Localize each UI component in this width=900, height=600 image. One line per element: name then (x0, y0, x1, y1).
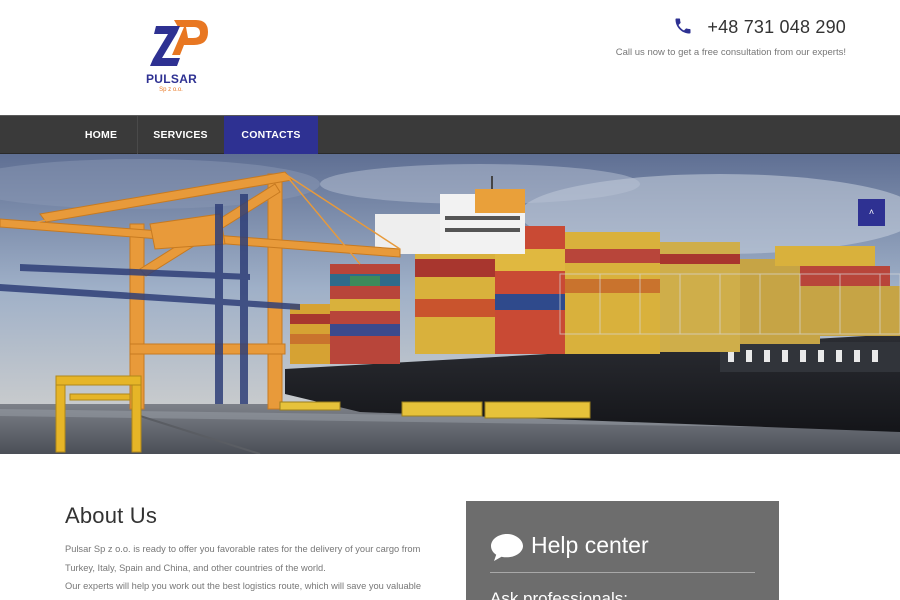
phone-icon (675, 18, 691, 33)
help-center-subtitle: Ask professionals: (490, 589, 628, 600)
nav-item-home[interactable]: HOME (65, 116, 137, 154)
help-center-panel: Help center Ask professionals: (466, 501, 779, 600)
hero-image-container-ship (0, 154, 900, 454)
main-nav: HOME SERVICES CONTACTS (0, 115, 900, 154)
consultation-note: Call us now to get a free consultation f… (615, 47, 846, 58)
about-line: Turkey, Italy, Spain and China, and othe… (65, 562, 326, 573)
logo-subtitle: Sp z o.o. (159, 87, 183, 93)
chevron-up-icon: ˄ (868, 207, 875, 217)
logo-mark-icon (150, 20, 208, 66)
help-center-title: Help center (531, 532, 649, 558)
pulsar-logo[interactable]: PULSAR Sp z o.o. (146, 18, 212, 96)
hero-banner (0, 154, 900, 454)
nav-item-services[interactable]: SERVICES (137, 116, 223, 154)
phone-number[interactable]: +48 731 048 290 (707, 17, 846, 38)
phone-block[interactable]: +48 731 048 290 (673, 17, 846, 38)
about-line: Pulsar Sp z o.o. is ready to offer you f… (65, 544, 421, 554)
about-title: About Us (65, 503, 158, 528)
help-divider (490, 572, 755, 573)
site-header: PULSAR Sp z o.o. +48 731 048 290 Call us… (0, 0, 900, 115)
about-line: Our experts will help you work out the b… (65, 581, 422, 591)
speech-bubble-icon (491, 534, 523, 561)
scroll-to-top-button[interactable]: ˄ (858, 199, 885, 226)
nav-item-contacts[interactable]: CONTACTS (224, 116, 318, 154)
logo-name: PULSAR (146, 72, 198, 86)
about-text: Pulsar Sp z o.o. is ready to offer you f… (65, 540, 435, 596)
